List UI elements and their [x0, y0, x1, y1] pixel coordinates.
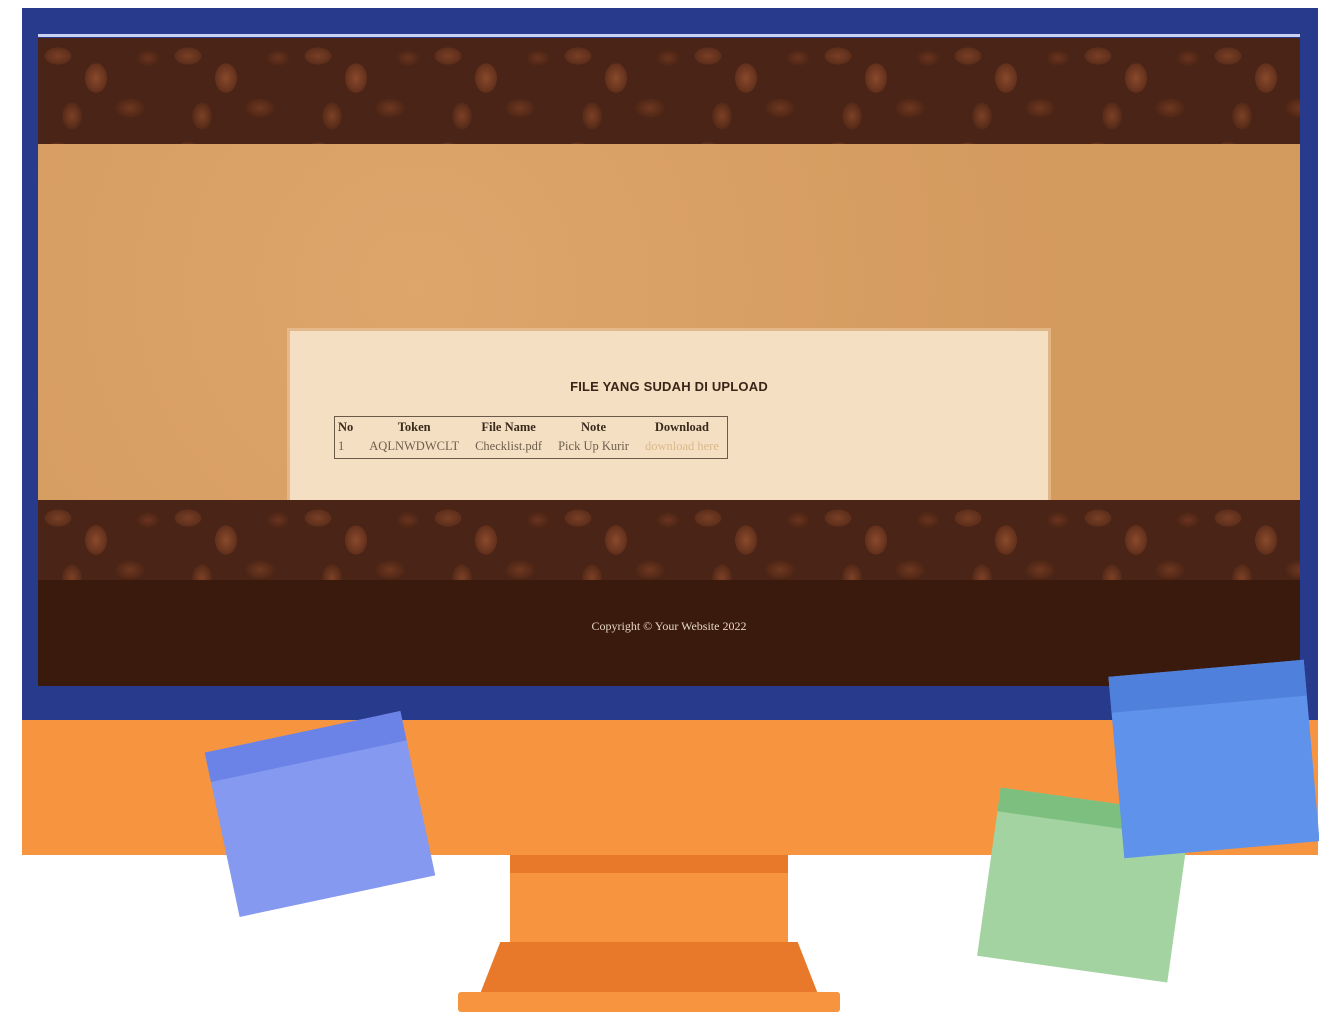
cell-token: AQLNWDWCLT [369, 439, 460, 453]
uploaded-files-table: No Token File Name Note Download 1 AQLNW… [334, 416, 728, 459]
content-band: FILE YANG SUDAH DI UPLOAD No Token File … [38, 144, 1300, 523]
column-header-download: Download [654, 420, 709, 434]
cell-download: download here [637, 437, 727, 459]
monitor-stand-base [480, 942, 818, 994]
monitor-stand-foot [458, 992, 840, 1012]
coffee-beans-footer-image [38, 500, 1300, 580]
page-title: FILE YANG SUDAH DI UPLOAD [570, 379, 768, 394]
column-header-file-name: File Name [481, 420, 536, 434]
cell-no: 1 [338, 439, 345, 453]
download-link[interactable]: download here [645, 439, 719, 453]
sticky-note-blue-right [1108, 659, 1319, 859]
column-header-token: Token [397, 420, 431, 434]
table-row: 1 AQLNWDWCLT Checklist.pdf Pick Up Kurir… [335, 437, 728, 459]
copyright-text: Copyright © Your Website 2022 [591, 618, 747, 633]
screen: FILE YANG SUDAH DI UPLOAD No Token File … [38, 38, 1300, 686]
screen-top-line [38, 34, 1300, 37]
table-header-row: No Token File Name Note Download [335, 417, 728, 438]
column-header-note: Note [581, 420, 607, 434]
cell-file-name: Checklist.pdf [475, 439, 543, 453]
column-header-no: No [338, 420, 354, 434]
cell-note: Pick Up Kurir [558, 439, 629, 453]
site-footer: Copyright © Your Website 2022 [38, 580, 1300, 686]
upload-list-panel: FILE YANG SUDAH DI UPLOAD No Token File … [290, 331, 1048, 523]
coffee-beans-header-image [38, 38, 1300, 144]
monitor-stand-shade [510, 855, 788, 873]
